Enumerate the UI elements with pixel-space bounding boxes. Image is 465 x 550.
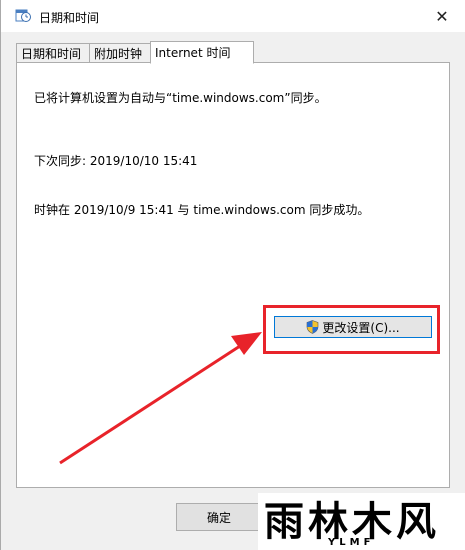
sync-status-text: 已将计算机设置为自动与“time.windows.com”同步。 [34,91,327,105]
close-button[interactable]: ✕ [419,0,465,32]
highlight-box [263,305,440,354]
last-sync-text: 时钟在 2019/10/9 15:41 与 time.windows.com 同… [34,203,370,217]
next-sync-text: 下次同步: 2019/10/10 15:41 [34,154,198,168]
tab-date-time[interactable]: 日期和时间 [16,43,90,63]
title-bar[interactable]: 日期和时间 ✕ [1,0,465,32]
window-title: 日期和时间 [39,11,100,25]
tab-internet-time[interactable]: Internet 时间 [150,41,254,64]
internet-time-panel: 已将计算机设置为自动与“time.windows.com”同步。 下次同步: 2… [16,62,450,488]
clock-calendar-icon [15,9,31,22]
watermark-logo: 雨林木风 YLMF [258,493,465,550]
ok-label: 确定 [206,510,231,525]
ok-button[interactable]: 确定 [176,503,262,531]
date-time-dialog: 日期和时间 ✕ 日期和时间 附加时钟 Internet 时间 已将计算机设置为自… [0,0,465,550]
close-icon: ✕ [435,6,449,26]
watermark-subtext: YLMF [328,537,375,548]
tab-additional-clocks[interactable]: 附加时钟 [89,43,151,63]
